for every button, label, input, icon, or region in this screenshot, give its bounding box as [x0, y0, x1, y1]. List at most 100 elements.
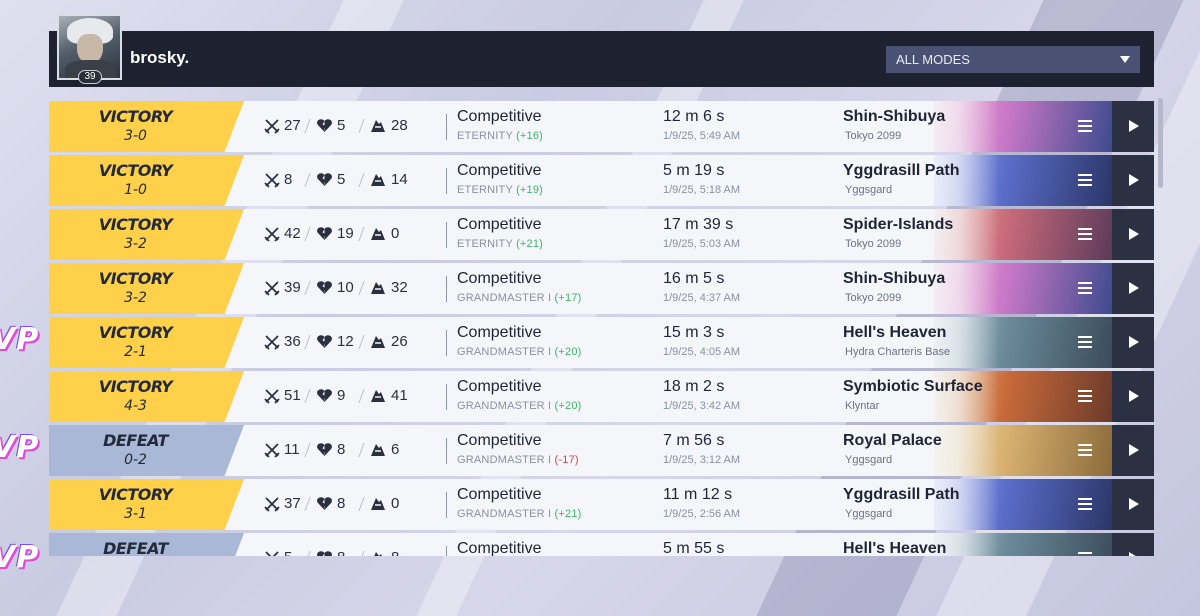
- replay-play-button[interactable]: [1112, 371, 1154, 422]
- map-name: Hell's Heaven: [843, 324, 947, 341]
- play-icon: [1129, 336, 1139, 348]
- match-row[interactable]: DEFEAT 5 8 8 Competitive 5 m 55 s Hell's…: [49, 533, 1154, 556]
- rank-tier: GRANDMASTER I: [457, 454, 552, 466]
- assist-helmet-icon: [371, 498, 385, 510]
- match-row[interactable]: VICTORY 3-1 37 8 0 Competitive GRANDMAST…: [49, 479, 1154, 530]
- game-mode: Competitive: [457, 432, 542, 449]
- replay-play-button[interactable]: [1112, 209, 1154, 260]
- match-datetime: 1/9/25, 3:42 AM: [663, 400, 741, 412]
- match-row[interactable]: VICTORY 3-0 27 5 28 Competitive ETERNITY…: [49, 101, 1154, 152]
- replay-play-button[interactable]: [1112, 425, 1154, 476]
- rank-tier: ETERNITY: [457, 130, 513, 142]
- stat-divider: [304, 497, 311, 511]
- result-banner: VICTORY 3-0: [49, 101, 244, 152]
- broken-heart-icon: [317, 173, 332, 186]
- broken-heart-icon: [317, 497, 332, 510]
- rank-info: GRANDMASTER I (+21): [457, 508, 582, 520]
- menu-icon[interactable]: [1078, 228, 1092, 240]
- rank-tier: ETERNITY: [457, 238, 513, 250]
- map-name: Yggdrasill Path: [843, 162, 960, 179]
- assist-helmet-icon: [371, 282, 385, 294]
- menu-icon[interactable]: [1078, 120, 1092, 132]
- mvp-deco-text: VP: [0, 322, 40, 357]
- scrollbar[interactable]: [1158, 98, 1163, 188]
- replay-play-button[interactable]: [1112, 317, 1154, 368]
- stat-divider: [304, 227, 311, 241]
- map-region: Yggsgard: [845, 454, 893, 466]
- assists-value: 32: [391, 279, 408, 296]
- match-score: 0-2: [124, 452, 147, 468]
- replay-play-button[interactable]: [1112, 479, 1154, 530]
- rank-info: GRANDMASTER I (-17): [457, 454, 579, 466]
- map-region: Hydra Charteris Base: [845, 346, 951, 358]
- assist-helmet-icon: [371, 120, 385, 132]
- play-icon: [1129, 228, 1139, 240]
- kills-value: 51: [284, 387, 301, 404]
- match-datetime: 1/9/25, 3:12 AM: [663, 454, 741, 466]
- rank-delta: (+17): [554, 292, 582, 304]
- replay-play-button[interactable]: [1112, 155, 1154, 206]
- kills-stat: 27: [264, 117, 301, 134]
- broken-heart-icon: [317, 281, 332, 294]
- stat-divider: [358, 335, 365, 349]
- menu-icon[interactable]: [1078, 390, 1092, 402]
- match-row[interactable]: VICTORY 1-0 8 5 14 Competitive ETERNITY …: [49, 155, 1154, 206]
- play-icon: [1129, 120, 1139, 132]
- match-score: 1-0: [124, 182, 147, 198]
- rank-delta: (+16): [516, 130, 544, 142]
- menu-icon[interactable]: [1078, 282, 1092, 294]
- result-banner: VICTORY 2-1: [49, 317, 244, 368]
- swords-icon: [264, 442, 280, 458]
- column-divider: [446, 276, 447, 302]
- column-divider: [446, 546, 447, 556]
- kills-stat: 37: [264, 495, 301, 512]
- assists-stat: 6: [369, 441, 399, 458]
- assists-value: 28: [391, 117, 408, 134]
- match-datetime: 1/9/25, 5:18 AM: [663, 184, 741, 196]
- match-duration: 12 m 6 s: [663, 108, 725, 125]
- game-mode: Competitive: [457, 540, 542, 556]
- broken-heart-icon: [317, 389, 332, 402]
- match-datetime: 1/9/25, 2:56 AM: [663, 508, 741, 520]
- rank-delta: (-17): [554, 454, 579, 466]
- assists-value: 0: [391, 495, 400, 512]
- match-row[interactable]: VICTORY 3-2 42 19 0 Competitive ETERNITY…: [49, 209, 1154, 260]
- deaths-stat: 12: [316, 333, 354, 350]
- deaths-stat: 10: [316, 279, 354, 296]
- map-region: Tokyo 2099: [845, 292, 902, 304]
- menu-icon[interactable]: [1078, 552, 1092, 556]
- swords-icon: [264, 388, 280, 404]
- assists-stat: 26: [369, 333, 408, 350]
- match-row[interactable]: VICTORY 3-2 39 10 32 Competitive GRANDMA…: [49, 263, 1154, 314]
- stat-divider: [304, 443, 311, 457]
- assist-helmet-icon: [371, 444, 385, 456]
- match-duration: 17 m 39 s: [663, 216, 734, 233]
- result-label: VICTORY: [98, 377, 173, 396]
- menu-icon[interactable]: [1078, 444, 1092, 456]
- replay-play-button[interactable]: [1112, 101, 1154, 152]
- menu-icon[interactable]: [1078, 336, 1092, 348]
- result-banner: DEFEAT: [49, 533, 244, 556]
- chevron-down-icon: [1120, 56, 1130, 63]
- match-row[interactable]: VICTORY 2-1 36 12 26 Competitive GRANDMA…: [49, 317, 1154, 368]
- game-mode: Competitive: [457, 486, 542, 503]
- match-duration: 16 m 5 s: [663, 270, 725, 287]
- game-mode: Competitive: [457, 216, 542, 233]
- stat-divider: [304, 335, 311, 349]
- broken-heart-icon: [317, 443, 332, 456]
- deaths-value: 19: [337, 225, 354, 242]
- menu-icon[interactable]: [1078, 498, 1092, 510]
- stat-divider: [358, 443, 365, 457]
- replay-play-button[interactable]: [1112, 263, 1154, 314]
- menu-icon[interactable]: [1078, 174, 1092, 186]
- deaths-stat: 8: [316, 495, 345, 512]
- assists-value: 0: [391, 225, 400, 242]
- mode-filter-dropdown[interactable]: ALL MODES: [886, 46, 1140, 73]
- replay-play-button[interactable]: [1112, 533, 1154, 556]
- match-row[interactable]: DEFEAT 0-2 11 8 6 Competitive GRANDMASTE…: [49, 425, 1154, 476]
- match-datetime: 1/9/25, 5:49 AM: [663, 130, 741, 142]
- kills-stat: 36: [264, 333, 301, 350]
- map-region: Tokyo 2099: [845, 238, 902, 250]
- match-row[interactable]: VICTORY 4-3 51 9 41 Competitive GRANDMAS…: [49, 371, 1154, 422]
- stat-divider: [304, 389, 311, 403]
